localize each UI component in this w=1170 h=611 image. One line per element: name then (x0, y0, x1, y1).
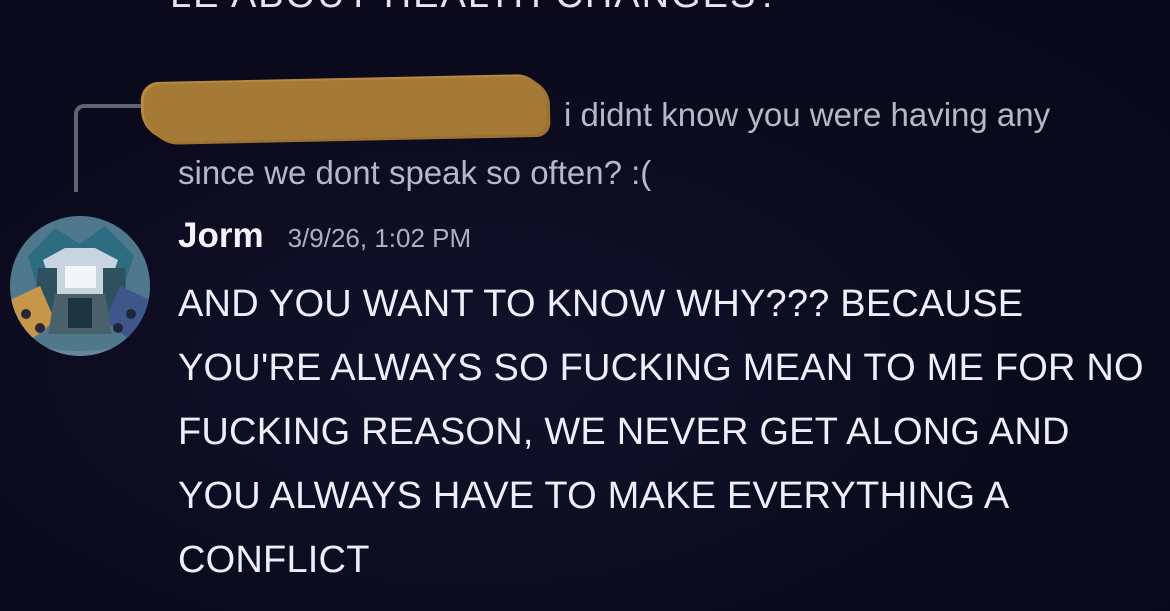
redacted-replied-username (143, 75, 547, 143)
chat-panel: LE ABOUT HEALTH CHANGES? i didnt know yo… (0, 0, 1170, 611)
message-text: AND YOU WANT TO KNOW WHY??? BECAUSE YOU'… (178, 283, 1144, 581)
robot-avatar-icon (10, 216, 150, 356)
previous-message-text: LE ABOUT HEALTH CHANGES? (170, 0, 1150, 8)
author-name[interactable]: Jorm (178, 216, 264, 256)
timestamp: 3/9/26, 1:02 PM (287, 223, 472, 253)
message-header: Jorm 3/9/26, 1:02 PM (178, 216, 471, 264)
avatar[interactable] (10, 216, 150, 356)
reply-connector (74, 104, 144, 192)
